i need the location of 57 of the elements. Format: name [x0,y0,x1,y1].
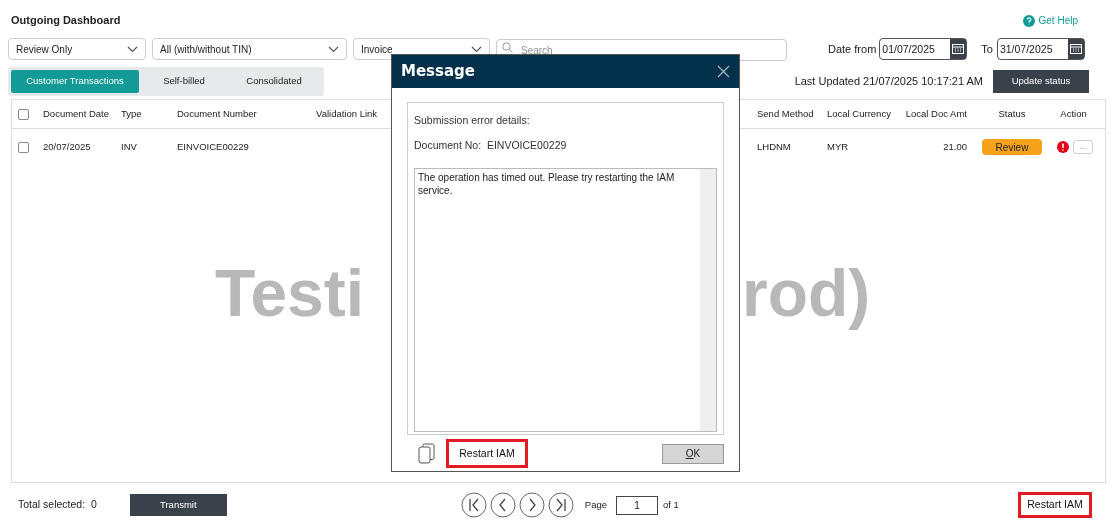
chevron-down-icon [471,45,482,53]
tab[interactable]: Self-billed [139,70,229,93]
page-field[interactable]: 1 [616,495,658,515]
background-banner-text: Testi [215,260,365,326]
transmit-button[interactable]: Transmit [129,494,227,516]
column-header: Local Doc Amt [904,106,968,121]
last-updated-text: Last Updated 21/07/2025 10:17:21 AM [794,74,983,90]
error-heading: Submission error details: [414,113,531,128]
column-header: Local Currency [826,106,892,121]
date-to-label: To [981,41,993,57]
table-cell-text: 21.00 [942,139,968,154]
calendar-button[interactable] [1067,39,1084,59]
filter-dropdown[interactable]: All (with/without TIN) [152,38,347,60]
pager-button[interactable] [547,492,574,518]
pager-button[interactable] [489,492,516,518]
calendar-button[interactable] [950,39,967,59]
document-number-text: Document No: EINVOICE00229 [414,137,568,153]
restart-iam-button[interactable]: Restart IAM [1018,492,1092,518]
update-status-button[interactable]: Update status [993,70,1089,93]
column-header: Action [1059,106,1088,121]
pager-button[interactable] [460,492,487,518]
column-header: Validation Link [315,106,379,121]
table-cell-text: MYR [826,139,850,154]
table-cell-text: LHDNM [756,139,792,154]
chevron-down-icon [127,45,138,53]
table-cell-text: 20/07/2025 [42,139,92,154]
dialog-title: Message [401,61,475,83]
pager-button[interactable] [518,492,545,518]
status-badge: Review [982,139,1042,155]
help-link[interactable]: Get Help [1022,13,1078,28]
close-icon[interactable] [717,65,730,78]
help-icon [1022,14,1035,27]
column-header: Document Date [42,106,110,121]
checkbox[interactable] [18,141,29,153]
column-header: Type [120,106,143,121]
table-cell-text: INV [120,139,138,154]
restart-iam-button[interactable]: Restart IAM [446,439,528,468]
column-header: Status [997,106,1027,121]
error-message: The operation has timed out. Please try restarting the IAM service. [417,170,676,198]
date-from-label: Date from [828,41,877,57]
chevron-down-icon [328,45,339,53]
search-icon [502,41,513,53]
tab[interactable]: Consolidated [229,70,319,93]
action-button[interactable]: ... [1073,140,1093,154]
filter-dropdown[interactable]: Review Only [8,38,146,60]
column-header: Send Method [756,106,815,121]
table-cell-text: EINVOICE00229 [176,139,250,154]
page-count-text: of 1 [663,497,679,512]
date-from-field[interactable]: 01/07/2025 [879,38,968,60]
page-title: Outgoing Dashboard [11,13,121,29]
page-label: Page [584,497,607,512]
total-selected-text: Total selected: 0 [18,497,97,513]
copy-icon[interactable] [418,443,435,464]
ok-button[interactable]: OK [662,443,724,464]
column-header: Document Number [176,106,258,121]
checkbox[interactable] [18,108,29,120]
date-to-field[interactable]: 31/07/2025 [996,38,1085,60]
